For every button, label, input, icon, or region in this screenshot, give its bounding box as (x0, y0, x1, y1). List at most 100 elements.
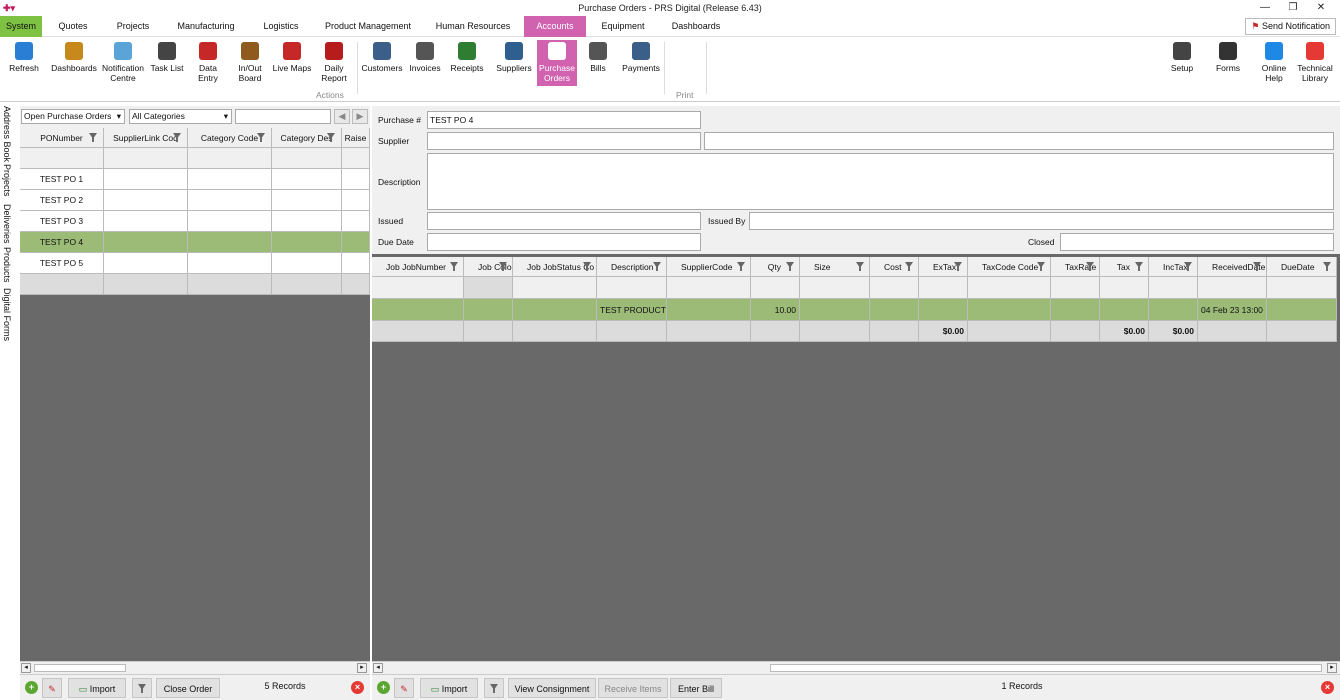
delete-icon[interactable]: × (1321, 681, 1334, 694)
import-button[interactable]: ▭ Import (420, 678, 478, 698)
tab-logistics[interactable]: Logistics (254, 16, 308, 37)
filter-row-cell[interactable] (800, 277, 870, 299)
ribbon-button-online-help[interactable]: Online Help (1254, 40, 1294, 86)
filter-row-cell[interactable] (1198, 277, 1267, 299)
column-header[interactable]: Raise (342, 128, 370, 148)
table-cell[interactable] (342, 169, 370, 190)
close-order-button[interactable]: Close Order (156, 678, 220, 698)
ribbon-button-daily-report[interactable]: Daily Report (314, 40, 354, 86)
ribbon-button-purchase-orders[interactable]: Purchase Orders (537, 40, 577, 86)
ribbon-button-notification-centre[interactable]: Notification Centre (100, 40, 146, 86)
table-cell[interactable] (188, 190, 272, 211)
table-cell[interactable] (104, 169, 188, 190)
ribbon-button-forms[interactable]: Forms (1208, 40, 1248, 86)
ribbon-button-setup[interactable]: Setup (1162, 40, 1202, 86)
side-tab-deliveries[interactable]: Deliveries (2, 204, 12, 244)
tab-equipment[interactable]: Equipment (594, 16, 652, 37)
tab-dashboards[interactable]: Dashboards (664, 16, 728, 37)
close-window-button[interactable]: ✕ (1306, 0, 1336, 16)
ribbon-button-invoices[interactable]: Invoices (406, 40, 444, 86)
ribbon-button-in-out-board[interactable]: In/Out Board (230, 40, 270, 86)
table-cell[interactable] (1100, 299, 1149, 321)
table-cell[interactable] (104, 211, 188, 232)
filter-row-cell[interactable] (372, 277, 464, 299)
table-cell[interactable] (104, 232, 188, 253)
column-header[interactable]: TaxCode Code (968, 257, 1051, 277)
filter-row-cell[interactable] (1149, 277, 1198, 299)
table-cell[interactable] (188, 169, 272, 190)
column-header[interactable]: Category Code (188, 128, 272, 148)
filter-icon[interactable] (653, 262, 661, 271)
ribbon-button-dashboards[interactable]: Dashboards (50, 40, 98, 86)
filter-icon[interactable] (89, 133, 97, 142)
enter-bill-button[interactable]: Enter Bill (670, 678, 722, 698)
filter-row-cell[interactable] (667, 277, 751, 299)
column-header[interactable]: Size (800, 257, 870, 277)
horizontal-scrollbar[interactable]: ◂ ▸ (372, 661, 1340, 674)
filter-icon[interactable] (1135, 262, 1143, 271)
side-tab-address-book[interactable]: Address Book (2, 106, 12, 162)
table-cell[interactable] (342, 253, 370, 274)
column-header[interactable]: Cost (870, 257, 919, 277)
ribbon-button-task-list[interactable]: Task List (150, 40, 184, 86)
closed-field[interactable] (1060, 233, 1334, 251)
column-header[interactable]: IncTax (1149, 257, 1198, 277)
column-header[interactable]: Category Des (272, 128, 342, 148)
purchase-number-field[interactable]: TEST PO 4 (427, 111, 701, 129)
tab-system[interactable]: System (0, 16, 42, 37)
table-cell[interactable] (272, 232, 342, 253)
column-header[interactable]: DueDate (1267, 257, 1337, 277)
filter-row-cell[interactable] (272, 148, 342, 169)
ribbon-button-data-entry[interactable]: Data Entry (188, 40, 228, 86)
scroll-left-icon[interactable]: ◂ (21, 663, 31, 673)
side-tab-digital-forms[interactable]: Digital Forms (2, 288, 12, 341)
prev-arrow-icon[interactable]: ◀ (334, 109, 350, 124)
filter-icon[interactable] (856, 262, 864, 271)
table-cell[interactable] (272, 211, 342, 232)
column-header[interactable]: SupplierLink Cod (104, 128, 188, 148)
filter-row-cell[interactable] (919, 277, 968, 299)
table-cell[interactable] (800, 299, 870, 321)
tab-accounts[interactable]: Accounts (524, 16, 586, 37)
issued-field[interactable] (427, 212, 701, 230)
table-cell[interactable] (919, 299, 968, 321)
ribbon-button-technical-library[interactable]: Technical Library (1294, 40, 1336, 86)
column-header[interactable]: TaxRate (1051, 257, 1100, 277)
column-header[interactable]: ExTax (919, 257, 968, 277)
table-cell[interactable]: TEST PRODUCT 3 (597, 299, 667, 321)
scrollbar-thumb[interactable] (770, 664, 1322, 672)
tab-projects[interactable]: Projects (108, 16, 158, 37)
scrollbar-thumb[interactable] (34, 664, 126, 672)
category-filter-dropdown[interactable]: All Categories ▾ (129, 109, 232, 124)
filter-icon[interactable] (450, 262, 458, 271)
table-cell[interactable] (513, 299, 597, 321)
tab-quotes[interactable]: Quotes (48, 16, 98, 37)
filter-row-cell[interactable] (188, 148, 272, 169)
table-cell[interactable] (272, 169, 342, 190)
edit-icon[interactable]: ✎ (394, 678, 414, 698)
tab-human-resources[interactable]: Human Resources (428, 16, 518, 37)
filter-row-cell[interactable] (464, 277, 513, 299)
table-cell[interactable]: TEST PO 3 (20, 211, 104, 232)
horizontal-scrollbar[interactable]: ◂ ▸ (20, 661, 370, 674)
filter-icon[interactable] (786, 262, 794, 271)
table-cell[interactable]: TEST PO 1 (20, 169, 104, 190)
filter-row-cell[interactable] (513, 277, 597, 299)
table-cell[interactable] (342, 190, 370, 211)
filter-row-cell[interactable] (597, 277, 667, 299)
ribbon-button-bills[interactable]: Bills (580, 40, 616, 86)
ribbon-button-payments[interactable]: Payments (618, 40, 664, 86)
delete-icon[interactable]: × (351, 681, 364, 694)
scroll-left-icon[interactable]: ◂ (373, 663, 383, 673)
ribbon-button-refresh[interactable]: Refresh (4, 40, 44, 86)
table-cell[interactable]: 10.00 (751, 299, 800, 321)
table-cell[interactable] (188, 253, 272, 274)
column-header[interactable]: Job JobNumber (372, 257, 464, 277)
table-cell[interactable]: TEST PO 2 (20, 190, 104, 211)
table-cell[interactable] (667, 299, 751, 321)
supplier-name-field[interactable] (704, 132, 1334, 150)
side-tab-projects[interactable]: Projects (2, 164, 12, 197)
status-filter-dropdown[interactable]: Open Purchase Orders ▾ (21, 109, 125, 124)
due-date-field[interactable] (427, 233, 701, 251)
filter-row-cell[interactable] (20, 148, 104, 169)
